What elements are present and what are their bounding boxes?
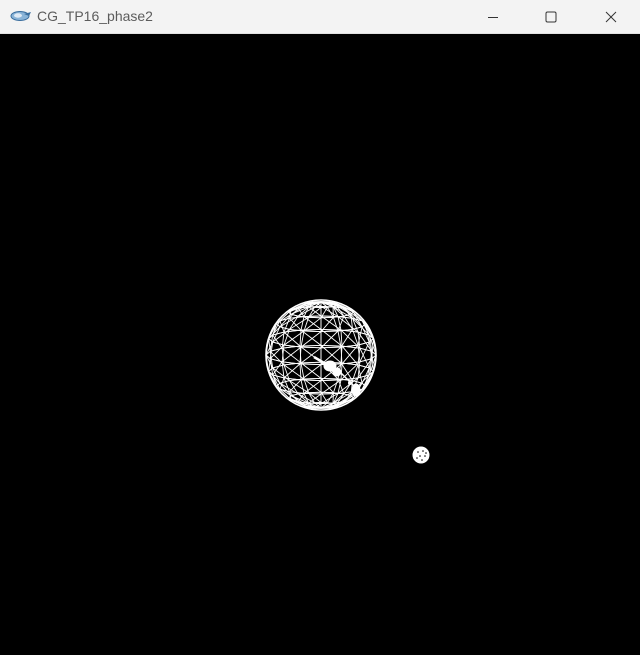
scene-canvas	[265, 299, 430, 464]
close-icon	[605, 11, 617, 22]
maximize-button[interactable]	[522, 0, 580, 33]
maximize-icon	[545, 11, 557, 22]
app-icon	[10, 11, 31, 21]
sphere-facet	[269, 347, 285, 369]
small-moon	[412, 446, 430, 464]
app-window: CG_TP16_phase2	[0, 0, 640, 655]
opengl-viewport[interactable]	[1, 35, 639, 655]
close-button[interactable]	[582, 0, 640, 33]
minimize-button[interactable]	[464, 0, 522, 33]
sphere-facet	[320, 344, 343, 364]
window-title: CG_TP16_phase2	[37, 8, 153, 24]
minimize-icon	[488, 16, 498, 18]
title-bar[interactable]: CG_TP16_phase2	[0, 0, 640, 34]
